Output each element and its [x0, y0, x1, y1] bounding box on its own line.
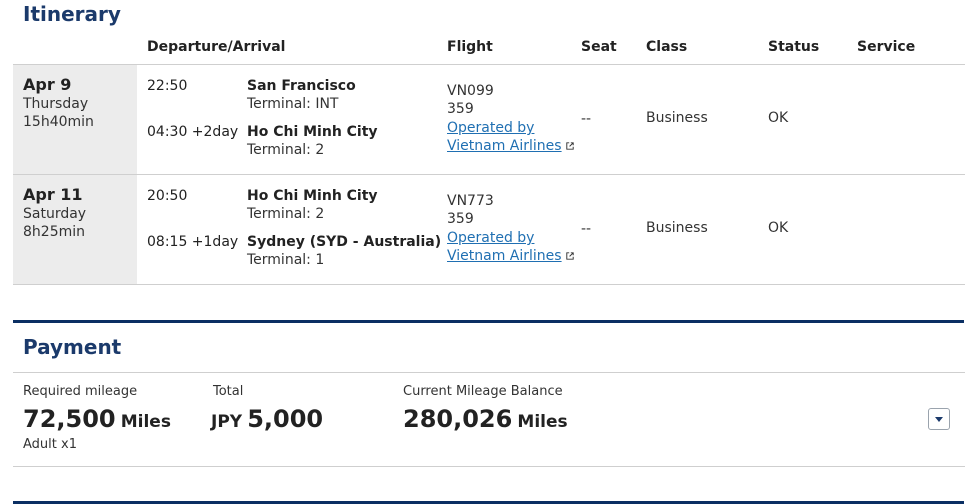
arrival-terminal: Terminal: 1 [247, 252, 325, 268]
arrival-city: Sydney (SYD - Australia) [247, 234, 442, 250]
operator-link[interactable]: Operated by Vietnam Airlines [447, 229, 575, 265]
status-value: OK [768, 110, 789, 126]
required-mileage-value: 72,500 [23, 405, 116, 433]
seat-value: -- [581, 221, 592, 237]
segment-weekday: Thursday [23, 96, 89, 112]
flight-number: VN773 [447, 193, 494, 209]
required-mileage: 72,500 Miles [23, 405, 171, 433]
segment-duration: 15h40min [23, 114, 94, 130]
total-value: 5,000 [247, 405, 324, 433]
seat-value: -- [581, 111, 592, 127]
total-label: Total [213, 384, 244, 399]
segment-weekday: Saturday [23, 206, 87, 222]
section-divider [13, 320, 964, 323]
segment-duration: 8h25min [23, 224, 85, 240]
payment-details-toggle[interactable] [928, 408, 950, 430]
balance-value: 280,026 [403, 405, 513, 433]
departure-city: San Francisco [247, 78, 356, 94]
col-class: Class [646, 39, 688, 55]
payment-title: Payment [23, 335, 122, 359]
operator-link-wrap[interactable]: Operated by Vietnam Airlines [447, 119, 575, 155]
table-header-divider [13, 64, 965, 65]
class-value: Business [646, 110, 708, 126]
total-currency: JPY [211, 412, 243, 432]
operator-link[interactable]: Operated by Vietnam Airlines [447, 119, 575, 155]
operator-link-text[interactable]: Operated by Vietnam Airlines [447, 120, 562, 154]
col-status: Status [768, 39, 820, 55]
status-value: OK [768, 220, 789, 236]
departure-city: Ho Chi Minh City [247, 188, 378, 204]
departure-terminal: Terminal: 2 [247, 206, 325, 222]
col-departure-arrival: Departure/Arrival [147, 39, 286, 55]
arrival-time: 08:15 +1day [147, 234, 239, 250]
flight-number: VN099 [447, 83, 494, 99]
arrival-city: Ho Chi Minh City [247, 124, 378, 140]
departure-time: 22:50 [147, 78, 188, 94]
segment-date: Apr 9 [23, 75, 72, 94]
itinerary-title: Itinerary [23, 2, 121, 26]
class-value: Business [646, 220, 708, 236]
passenger-count: Adult x1 [23, 437, 77, 452]
departure-terminal: Terminal: INT [247, 96, 339, 112]
operator-link-text[interactable]: Operated by Vietnam Airlines [447, 230, 562, 264]
mileage-balance: 280,026 Miles [403, 405, 568, 433]
balance-label: Current Mileage Balance [403, 384, 563, 399]
aircraft-type: 359 [447, 211, 474, 227]
required-mileage-label: Required mileage [23, 384, 138, 399]
col-seat: Seat [581, 39, 617, 55]
col-service: Service [857, 39, 916, 55]
required-mileage-unit: Miles [120, 412, 171, 432]
arrival-terminal: Terminal: 2 [247, 142, 325, 158]
balance-unit: Miles [517, 412, 568, 432]
external-link-icon [565, 142, 574, 150]
aircraft-type: 359 [447, 101, 474, 117]
col-flight: Flight [447, 39, 493, 55]
payment-divider [13, 466, 965, 467]
chevron-down-icon [935, 417, 943, 422]
row-divider [13, 174, 965, 175]
departure-time: 20:50 [147, 188, 188, 204]
payment-header-divider [13, 372, 965, 373]
total-amount: JPY 5,000 [211, 405, 323, 433]
arrival-time: 04:30 +2day [147, 124, 239, 140]
operator-link-wrap[interactable]: Operated by Vietnam Airlines [447, 229, 575, 265]
row-divider [13, 284, 965, 285]
segment-date: Apr 11 [23, 185, 83, 204]
external-link-icon [565, 252, 574, 260]
